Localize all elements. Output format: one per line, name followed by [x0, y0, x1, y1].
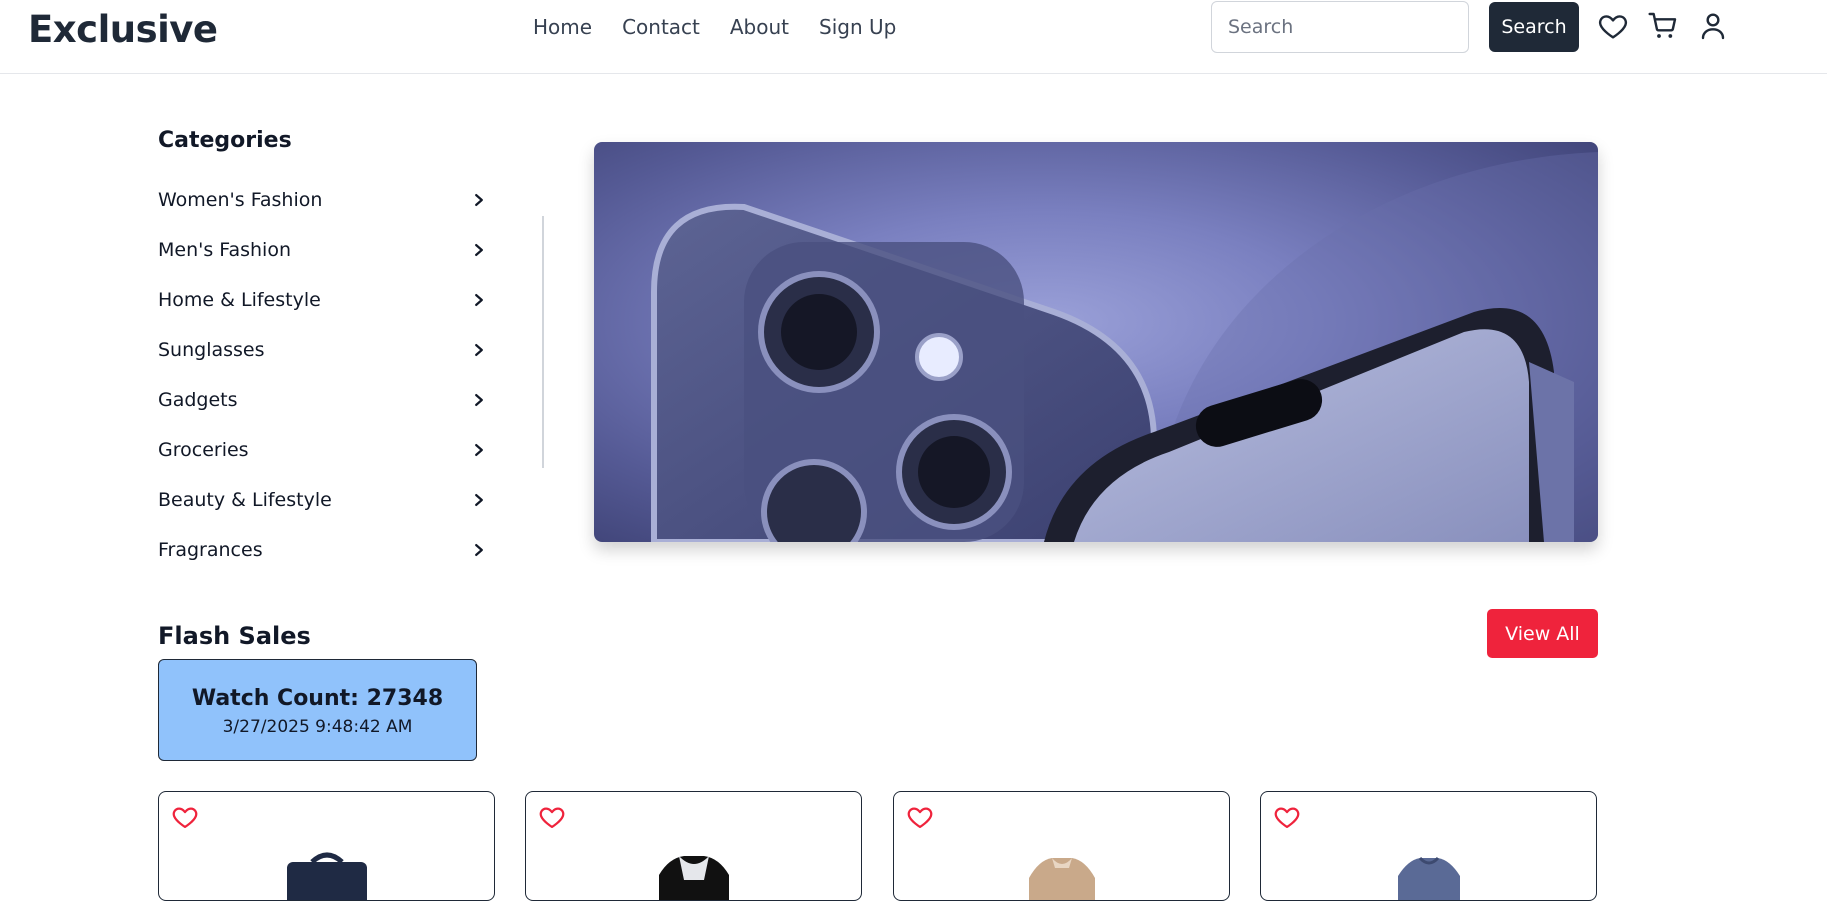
chevron-right-icon	[475, 193, 483, 207]
category-label: Groceries	[158, 439, 249, 461]
category-item[interactable]: Gadgets	[158, 375, 488, 425]
category-item[interactable]: Men's Fashion	[158, 225, 488, 275]
chevron-right-icon	[475, 343, 483, 357]
nav-signup-link[interactable]: Sign Up	[819, 15, 896, 39]
chevron-right-icon	[475, 293, 483, 307]
jersey-image	[658, 856, 729, 900]
search-button[interactable]: Search	[1489, 2, 1579, 52]
chevron-right-icon	[475, 493, 483, 507]
category-label: Fragrances	[158, 539, 263, 561]
chevron-right-icon	[475, 443, 483, 457]
nav-about-link[interactable]: About	[730, 15, 789, 39]
nav-contact-link[interactable]: Contact	[622, 15, 700, 39]
user-icon[interactable]	[1697, 10, 1729, 42]
category-label: Women's Fashion	[158, 189, 323, 211]
category-item[interactable]: Sunglasses	[158, 325, 488, 375]
product-card[interactable]	[893, 791, 1230, 901]
bag-image	[286, 852, 367, 900]
category-label: Sunglasses	[158, 339, 265, 361]
search-input[interactable]	[1211, 1, 1469, 53]
main-nav: Home Contact About Sign Up	[533, 15, 896, 39]
category-item[interactable]: Fragrances	[158, 525, 488, 575]
categories-list: Women's Fashion Men's Fashion Home & Lif…	[158, 175, 488, 575]
category-item[interactable]: Groceries	[158, 425, 488, 475]
chevron-right-icon	[475, 543, 483, 557]
category-item[interactable]: Home & Lifestyle	[158, 275, 488, 325]
category-label: Gadgets	[158, 389, 238, 411]
product-card[interactable]	[158, 791, 495, 901]
jacket-image	[1028, 858, 1095, 900]
shirt-image	[1397, 856, 1460, 900]
top-header: Exclusive Home Contact About Sign Up Sea…	[0, 0, 1827, 74]
watch-count: Watch Count: 27348	[191, 686, 444, 711]
category-item[interactable]: Women's Fashion	[158, 175, 488, 225]
heart-icon[interactable]	[1597, 10, 1629, 42]
product-card[interactable]	[1260, 791, 1597, 901]
chevron-right-icon	[475, 243, 483, 257]
category-label: Home & Lifestyle	[158, 289, 321, 311]
product-card[interactable]	[525, 791, 862, 901]
watch-timestamp: 3/27/2025 9:48:42 AM	[222, 717, 413, 737]
category-label: Men's Fashion	[158, 239, 291, 261]
wishlist-heart-icon[interactable]	[537, 803, 567, 831]
hero-banner[interactable]	[594, 142, 1598, 542]
cart-icon[interactable]	[1647, 10, 1679, 42]
watch-count-box: Watch Count: 27348 3/27/2025 9:48:42 AM	[158, 659, 477, 761]
category-label: Beauty & Lifestyle	[158, 489, 332, 511]
wishlist-heart-icon[interactable]	[905, 803, 935, 831]
wishlist-heart-icon[interactable]	[170, 803, 200, 831]
flash-sales-title: Flash Sales	[158, 622, 311, 650]
site-logo[interactable]: Exclusive	[28, 8, 218, 51]
phone-banner-image	[651, 152, 1598, 542]
category-divider	[542, 216, 544, 468]
category-item[interactable]: Beauty & Lifestyle	[158, 475, 488, 525]
view-all-button[interactable]: View All	[1487, 609, 1598, 658]
wishlist-heart-icon[interactable]	[1272, 803, 1302, 831]
categories-title: Categories	[158, 128, 292, 153]
chevron-right-icon	[475, 393, 483, 407]
nav-home-link[interactable]: Home	[533, 15, 592, 39]
